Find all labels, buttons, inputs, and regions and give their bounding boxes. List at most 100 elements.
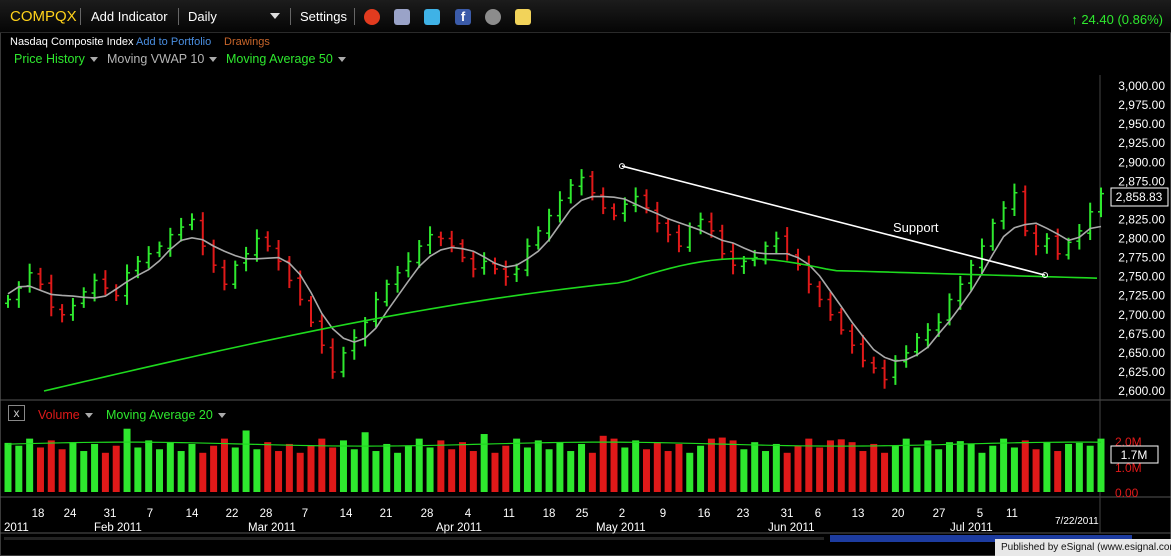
volume-bar: [945, 442, 953, 492]
volume-bar: [870, 443, 878, 492]
volume-bar: [361, 432, 369, 492]
volume-bar: [881, 452, 889, 492]
volume-bar: [697, 445, 705, 492]
y-tick-label: 2,700.00: [1118, 308, 1165, 322]
volume-bar: [632, 440, 640, 492]
volume-bar: [675, 443, 683, 492]
volume-bar: [220, 438, 228, 492]
volume-bar: [394, 452, 402, 492]
volume-bar: [426, 447, 434, 492]
x-day-label: 6: [815, 508, 821, 520]
y-tick-label: 2,600.00: [1118, 384, 1165, 398]
volume-bar: [642, 449, 650, 492]
volume-bar: [837, 439, 845, 492]
x-day-label: 13: [852, 508, 865, 520]
volume-bar: [491, 452, 499, 492]
volume-bar: [242, 430, 250, 492]
x-day-label: 18: [543, 508, 556, 520]
volume-bar: [751, 442, 759, 492]
volume-bar: [15, 445, 23, 492]
volume-bar: [1000, 438, 1008, 492]
volume-bar: [448, 449, 456, 492]
volume-bar: [1032, 449, 1040, 492]
volume-bar: [567, 451, 575, 492]
x-day-label: 25: [576, 508, 589, 520]
volume-bar: [545, 449, 553, 492]
volume-bar: [1043, 442, 1051, 492]
volume-bar: [891, 445, 899, 492]
volume-bar: [166, 442, 174, 492]
x-month-label: 2011: [4, 522, 29, 534]
volume-bar: [816, 447, 824, 492]
y-tick-label: 2,900.00: [1118, 155, 1165, 169]
volume-bar: [91, 443, 99, 492]
x-day-label: 31: [781, 508, 794, 520]
volume-bar: [578, 443, 586, 492]
x-month-label: Apr 2011: [436, 522, 482, 534]
x-month-label: Mar 2011: [248, 522, 296, 534]
y-tick-label: 2,975.00: [1118, 98, 1165, 112]
volume-bar: [4, 442, 12, 492]
y-tick-label: 2,925.00: [1118, 136, 1165, 150]
volume-bar: [902, 438, 910, 492]
x-month-label: May 2011: [596, 522, 646, 534]
volume-bar: [1065, 443, 1073, 492]
volume-bar: [740, 449, 748, 492]
volume-bar: [69, 442, 77, 492]
volume-bar: [480, 434, 488, 492]
x-day-label: 14: [340, 508, 353, 520]
volume-bar: [762, 451, 770, 492]
volume-bar: [913, 447, 921, 492]
x-day-label: 2: [619, 508, 625, 520]
x-month-label: Jul 2011: [950, 522, 993, 534]
price-chart[interactable]: 3,000.00 2,975.00 2,950.00 2,925.00 2,900.00…: [0, 0, 1171, 556]
last-price-label: 2,858.83: [1116, 190, 1163, 204]
volume-bar: [935, 449, 943, 492]
volume-bar: [826, 440, 834, 492]
volume-bar: [285, 443, 293, 492]
volume-bar: [599, 435, 607, 492]
volume-bar: [653, 442, 661, 492]
volume-bar: [253, 449, 261, 492]
volume-bar: [513, 438, 521, 492]
y-tick-label: 2,800.00: [1118, 232, 1165, 246]
x-day-label: 31: [104, 508, 117, 520]
y-tick-label: 2,775.00: [1118, 251, 1165, 265]
date-stamp: 7/22/2011: [1055, 516, 1099, 527]
navigator-track: [4, 537, 824, 540]
volume-bar: [610, 438, 618, 492]
volume-bar: [112, 445, 120, 492]
volume-bar: [26, 438, 34, 492]
volume-bar: [556, 442, 564, 492]
support-annotation: Support: [893, 220, 939, 235]
volume-bar: [794, 445, 802, 492]
x-day-label: 23: [737, 508, 750, 520]
volume-bar: [275, 451, 283, 492]
x-day-label: 22: [226, 508, 239, 520]
volume-bar: [318, 438, 326, 492]
volume-last-label: 1.7M: [1121, 448, 1148, 462]
y-tick-label: 2,950.00: [1118, 117, 1165, 131]
volume-bar: [707, 438, 715, 492]
volume-bar: [47, 440, 55, 492]
volume-bar: [1086, 445, 1094, 492]
volume-bar: [188, 443, 196, 492]
volume-bar: [924, 440, 932, 492]
volume-bar: [469, 451, 477, 492]
volume-bar: [664, 451, 672, 492]
y-tick-label: 2,650.00: [1118, 346, 1165, 360]
x-day-label: 18: [32, 508, 45, 520]
volume-bar: [718, 437, 726, 492]
x-month-label: Jun 2011: [768, 522, 814, 534]
volume-bar: [307, 445, 315, 492]
x-day-label: 4: [465, 508, 472, 520]
volume-bar: [783, 452, 791, 492]
y-tick-label: 2,825.00: [1118, 212, 1165, 226]
volume-bar: [989, 445, 997, 492]
volume-bar: [459, 442, 467, 492]
x-day-label: 5: [977, 508, 983, 520]
volume-bar: [805, 438, 813, 492]
y-tick-label: 2,725.00: [1118, 289, 1165, 303]
volume-bar: [1010, 447, 1018, 492]
x-day-label: 7: [147, 508, 153, 520]
